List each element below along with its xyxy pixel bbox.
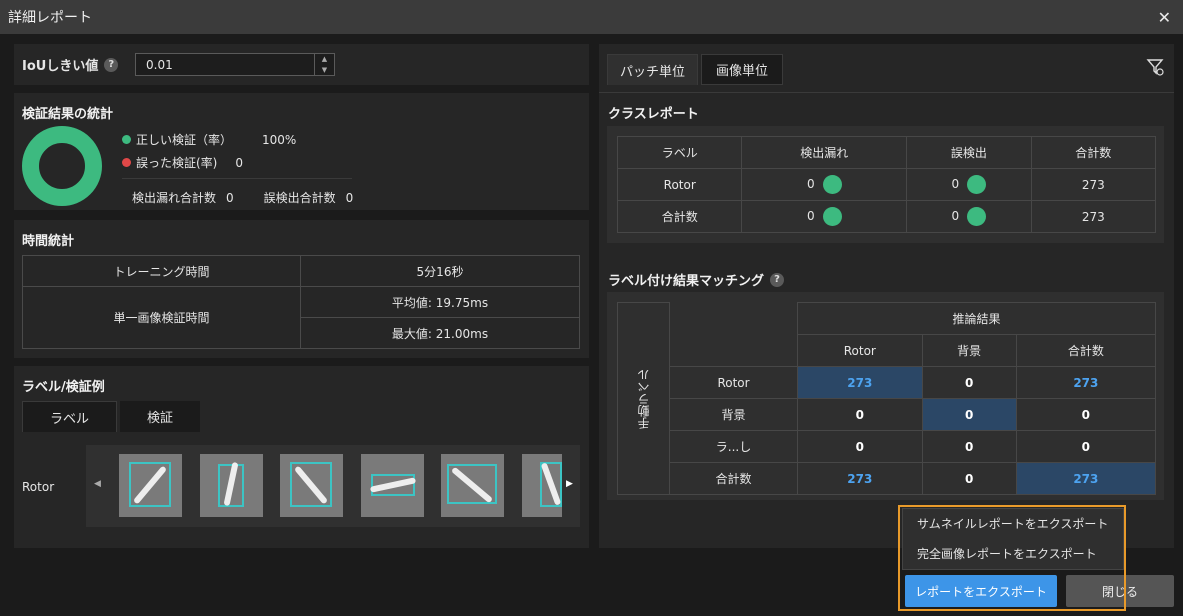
examples-title: ラベル/検証例 — [22, 380, 105, 395]
thumbnail[interactable] — [361, 454, 424, 517]
correct-label: 正しい検証（率） — [136, 133, 233, 147]
status-ok-icon — [967, 175, 987, 194]
thumbnail[interactable] — [441, 454, 504, 517]
wrong-label: 誤った検証(率) — [136, 156, 218, 170]
side-label: 手動ラベル — [637, 368, 651, 429]
tab-label[interactable]: ラベル — [22, 401, 118, 432]
stats-title: 検証結果の統計 — [22, 107, 114, 122]
missed-total: 検出漏れ合計数 0 誤検出合計数 0 — [132, 189, 353, 206]
close-icon[interactable]: ✕ — [1158, 8, 1171, 27]
title-bar: 詳細レポート ✕ — [0, 0, 1183, 34]
time-title: 時間統計 — [22, 234, 75, 249]
status-ok-icon — [822, 175, 842, 194]
training-label: トレーニング時間 — [22, 255, 301, 287]
time-stats-panel: 時間統計 トレーニング時間 5分16秒 単一画像検証時間 平均値: 19.75ms … — [14, 220, 589, 358]
matching-table: 手動ラベル 推論結果 Rotor 背景 合計数 Rotor 273 0 273 背景 0 0 0 … — [617, 302, 1157, 495]
header-cell: 合計数 — [1030, 136, 1157, 169]
iou-panel: IoUしきい値 ? 0.01 ▲ ▼ — [14, 44, 589, 85]
matching-title: ラベル付け結果マッチング — [608, 274, 765, 289]
avg-value: 平均値: 19.75ms — [300, 286, 580, 318]
correct-value: 100% — [262, 132, 297, 147]
tab-validate[interactable]: 検証 — [120, 401, 201, 432]
window-title: 詳細レポート — [8, 10, 92, 26]
max-value: 最大値: 21.00ms — [300, 317, 580, 349]
class-report-card: ラベル 検出漏れ 誤検出 合計数 Rotor 0 0 273 合計数 0 0 273 — [607, 126, 1164, 243]
wrong-value: 0 — [235, 155, 244, 170]
filter-icon[interactable] — [1146, 58, 1164, 76]
header-cell: ラベル — [616, 136, 743, 169]
thumbnail[interactable] — [280, 454, 343, 517]
table-row: 合計数 273 0 273 — [618, 462, 1157, 495]
thumbnail[interactable] — [522, 454, 562, 517]
validation-stats-panel: 検証結果の統計 正しい検証（率） 100% 誤った検証(率) 0 検出漏れ合計数… — [14, 93, 589, 210]
examples-panel: ラベル/検証例 ラベル 検証 Rotor ◀ ▶ — [14, 366, 589, 548]
pred-header: 推論結果 — [797, 302, 1156, 335]
class-report-table: ラベル 検出漏れ 誤検出 合計数 Rotor 0 0 273 合計数 0 0 273 — [616, 136, 1157, 233]
false-label: 誤検出合計数 — [263, 191, 336, 205]
training-value: 5分16秒 — [300, 255, 580, 287]
matching-card: 手動ラベル 推論結果 Rotor 背景 合計数 Rotor 273 0 273 背景 0 0 0 … — [607, 292, 1164, 500]
missed-label: 検出漏れ合計数 — [132, 191, 217, 205]
tab-patch[interactable]: パッチ単位 — [607, 54, 699, 85]
iou-spinbox[interactable]: 0.01 ▲ ▼ — [135, 53, 335, 76]
status-ok-icon — [822, 207, 842, 226]
iou-label: IoUしきい値 — [22, 59, 99, 74]
legend-wrong: 誤った検証(率) 0 — [122, 154, 243, 171]
class-report-title: クラスレポート — [608, 107, 699, 122]
highlight-frame — [898, 505, 1126, 611]
help-icon[interactable]: ? — [104, 57, 119, 72]
red-dot-icon — [122, 158, 131, 167]
table-row: 合計数 0 0 273 — [616, 200, 1157, 233]
thumbnail[interactable] — [119, 454, 182, 517]
scroll-right-icon[interactable]: ▶ — [566, 479, 573, 489]
status-ok-icon — [967, 207, 987, 226]
time-table: トレーニング時間 5分16秒 単一画像検証時間 平均値: 19.75ms 最大値: … — [22, 255, 580, 349]
row-label: Rotor — [22, 480, 55, 494]
tab-image[interactable]: 画像単位 — [701, 54, 784, 85]
scroll-left-icon[interactable]: ◀ — [94, 479, 101, 489]
missed-value: 0 — [226, 190, 234, 205]
iou-value[interactable]: 0.01 — [136, 58, 314, 72]
single-label: 単一画像検証時間 — [22, 286, 301, 349]
thumbnail-strip: ◀ ▶ — [86, 445, 580, 527]
spin-up-icon[interactable]: ▲ — [315, 54, 334, 65]
false-value: 0 — [345, 190, 354, 205]
table-row: Rotor 273 0 273 — [618, 366, 1157, 399]
thumbnail[interactable] — [200, 454, 263, 517]
spin-down-icon[interactable]: ▼ — [315, 65, 334, 76]
divider — [122, 178, 352, 179]
matching-header: ラベル付け結果マッチング ? — [608, 270, 785, 289]
green-dot-icon — [122, 135, 131, 144]
table-row: Rotor 0 0 273 — [616, 168, 1157, 201]
legend-correct: 正しい検証（率） 100% — [122, 131, 296, 148]
header-cell: 誤検出 — [906, 136, 1032, 169]
header-cell: 検出漏れ — [741, 136, 908, 169]
table-row: ラ...し 0 0 0 — [618, 430, 1157, 463]
right-panel: パッチ単位 画像単位 クラスレポート ラベル 検出漏れ 誤検出 合計数 Rotor 0 0… — [599, 44, 1174, 548]
table-row: 背景 0 0 0 — [618, 398, 1157, 431]
help-icon[interactable]: ? — [770, 272, 785, 287]
donut-chart — [22, 126, 102, 206]
